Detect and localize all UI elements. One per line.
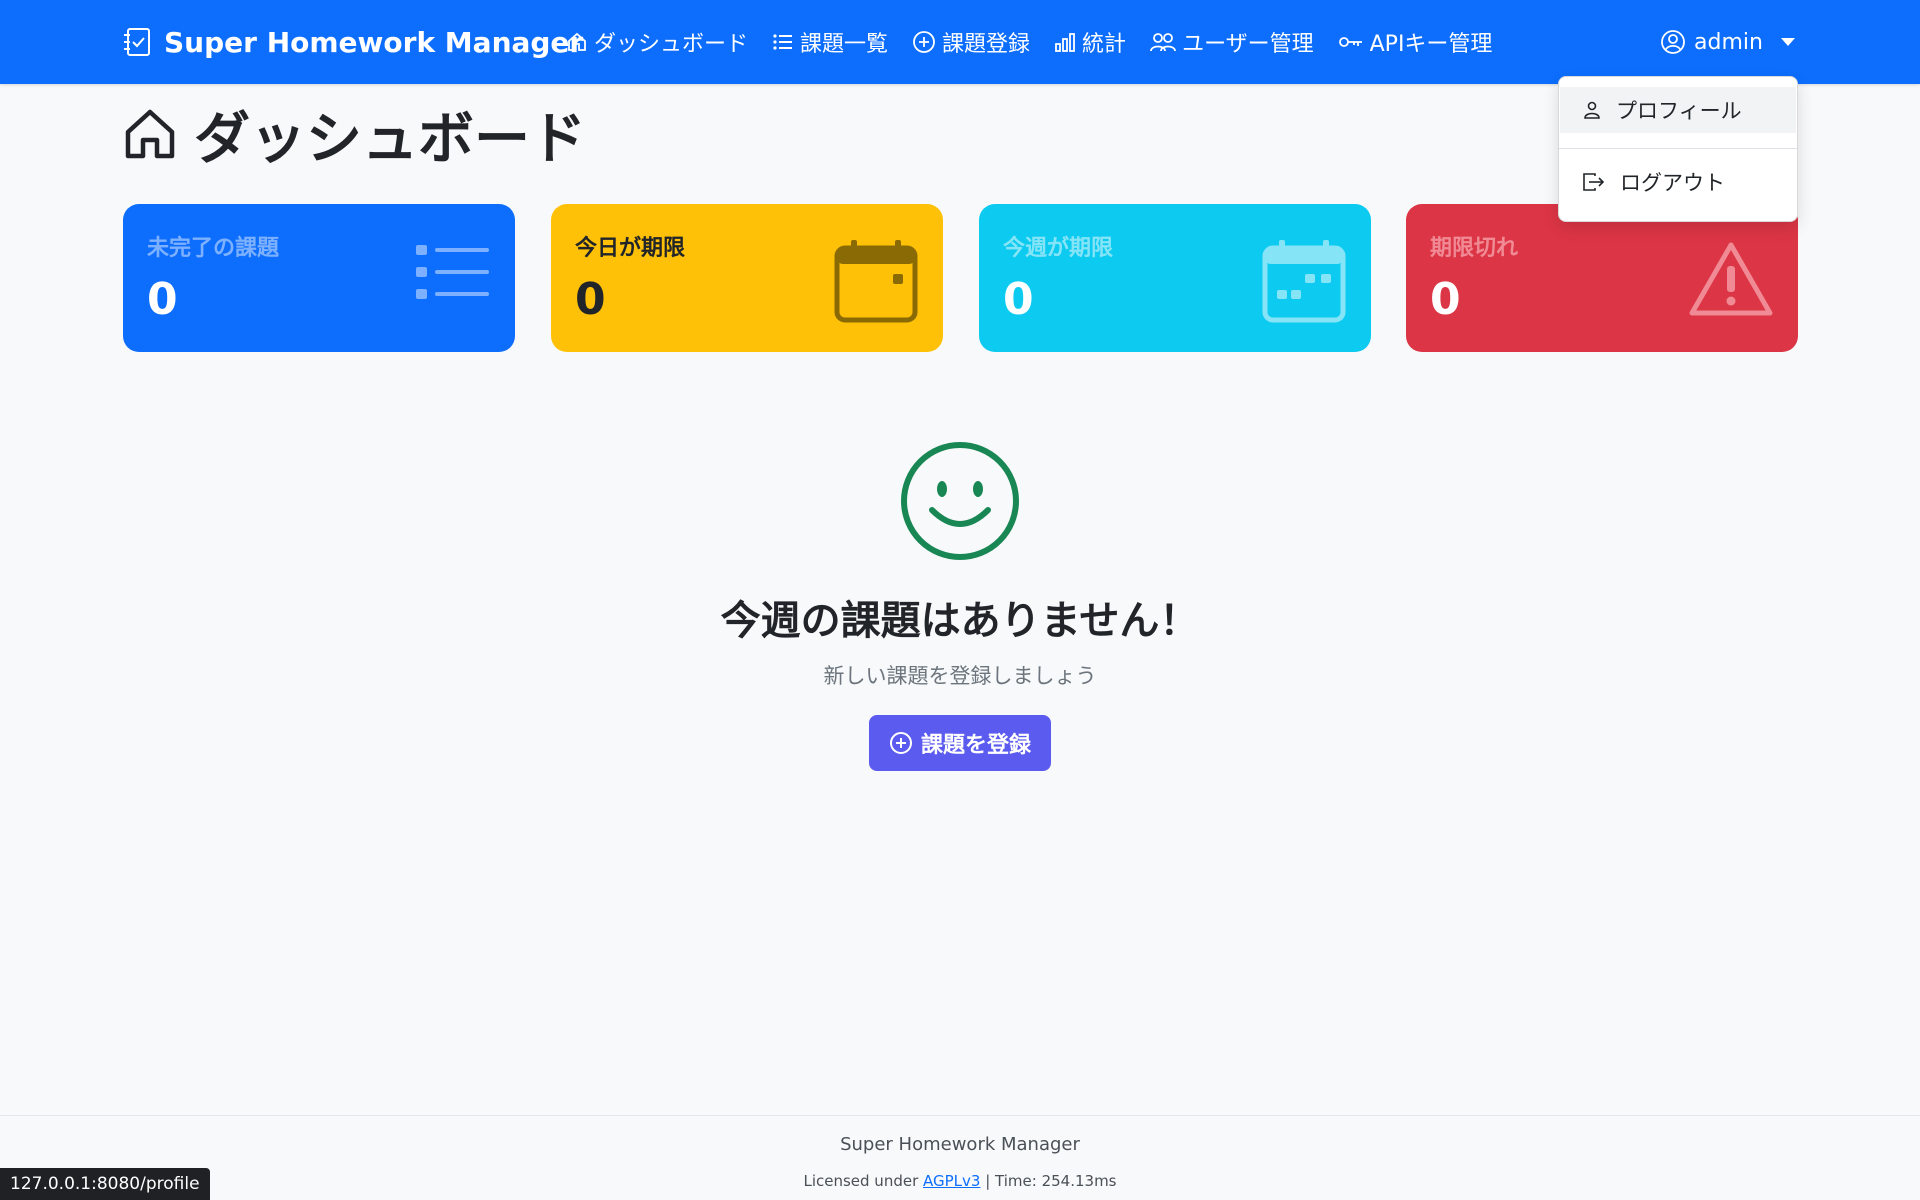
nav-dashboard[interactable]: ダッシュボード	[566, 26, 748, 58]
dropdown-item-profile-label: プロフィール	[1616, 99, 1742, 123]
dropdown-item-logout-label: ログアウト	[1620, 171, 1725, 195]
user-dropdown-menu: プロフィール ログアウト	[1558, 76, 1798, 222]
logout-icon	[1583, 173, 1605, 191]
footer-render-time: | Time: 254.13ms	[980, 1172, 1117, 1190]
footer-license: Licensed under AGPLv3 | Time: 254.13ms	[0, 1172, 1920, 1190]
person-circle-icon	[1661, 30, 1685, 54]
plus-circle-icon	[913, 31, 935, 53]
nav-links: ダッシュボード 課題一覧 課題登録 統計 ユーザー管理 APIキー管理	[566, 0, 1492, 84]
calendar-week-icon	[1262, 240, 1346, 323]
nav-statistics-label: 統計	[1082, 32, 1127, 57]
person-icon	[1584, 101, 1600, 119]
house-icon	[125, 109, 175, 159]
house-icon	[568, 32, 586, 51]
key-icon	[1338, 37, 1362, 47]
journal-check-icon	[124, 28, 150, 56]
dropdown-item-profile[interactable]: プロフィール	[1560, 87, 1796, 133]
list-icon	[416, 245, 489, 299]
stat-card-value: 0	[147, 274, 178, 325]
plus-circle-icon	[889, 732, 912, 754]
nav-api-key-management[interactable]: APIキー管理	[1338, 26, 1493, 58]
user-name: admin	[1694, 29, 1763, 55]
stat-card-value: 0	[575, 274, 606, 325]
smile-icon	[901, 442, 1019, 560]
bar-chart-icon	[1055, 33, 1075, 52]
nav-user-management[interactable]: ユーザー管理	[1150, 26, 1314, 58]
nav-user-management-label: ユーザー管理	[1182, 32, 1314, 57]
nav-assignment-list[interactable]: 課題一覧	[772, 26, 888, 58]
empty-state-subtitle: 新しい課題を登録しましょう	[823, 664, 1097, 688]
nav-api-key-management-label: APIキー管理	[1369, 32, 1493, 57]
license-link[interactable]: AGPLv3	[923, 1172, 980, 1190]
people-icon	[1150, 33, 1176, 52]
register-assignment-button-label: 課題を登録	[920, 733, 1031, 758]
page-title: ダッシュボード	[122, 98, 586, 172]
chevron-down-icon	[1780, 38, 1795, 46]
page-title-text: ダッシュボード	[194, 106, 586, 172]
browser-status-url: 127.0.0.1:8080/profile	[0, 1168, 210, 1200]
stat-card-due-this-week: 今週が期限 0	[979, 204, 1371, 352]
nav-assignment-list-label: 課題一覧	[800, 32, 889, 57]
nav-statistics[interactable]: 統計	[1054, 26, 1126, 58]
stat-card-value: 0	[1430, 274, 1461, 325]
nav-dashboard-label: ダッシュボード	[594, 32, 749, 57]
footer-license-prefix: Licensed under	[803, 1172, 924, 1190]
register-assignment-button[interactable]: 課題を登録	[869, 715, 1051, 771]
nav-assignment-register[interactable]: 課題登録	[912, 26, 1030, 58]
calendar-icon	[834, 240, 918, 323]
stat-card-value: 0	[1003, 274, 1034, 325]
empty-state-title: 今週の課題はありません！	[720, 598, 1200, 644]
footer-divider	[0, 1115, 1920, 1116]
stat-card-overdue: 期限切れ 0	[1406, 204, 1798, 352]
brand-link[interactable]: Super Homework Manager	[122, 0, 583, 84]
brand-name: Super Homework Manager	[164, 25, 584, 59]
footer-app-name: Super Homework Manager	[840, 1134, 1080, 1155]
stat-card-incomplete: 未完了の課題 0	[123, 204, 515, 352]
user-menu-toggle[interactable]: admin	[1660, 0, 1795, 84]
dropdown-item-logout[interactable]: ログアウト	[1560, 159, 1796, 205]
list-icon	[773, 34, 793, 50]
nav-assignment-register-label: 課題登録	[942, 32, 1031, 57]
warning-icon	[1689, 242, 1773, 316]
dropdown-divider	[1559, 148, 1797, 149]
stat-card-due-today: 今日が期限 0	[551, 204, 943, 352]
navbar: Super Homework Manager ダッシュボード 課題一覧 課題登録	[0, 0, 1920, 84]
